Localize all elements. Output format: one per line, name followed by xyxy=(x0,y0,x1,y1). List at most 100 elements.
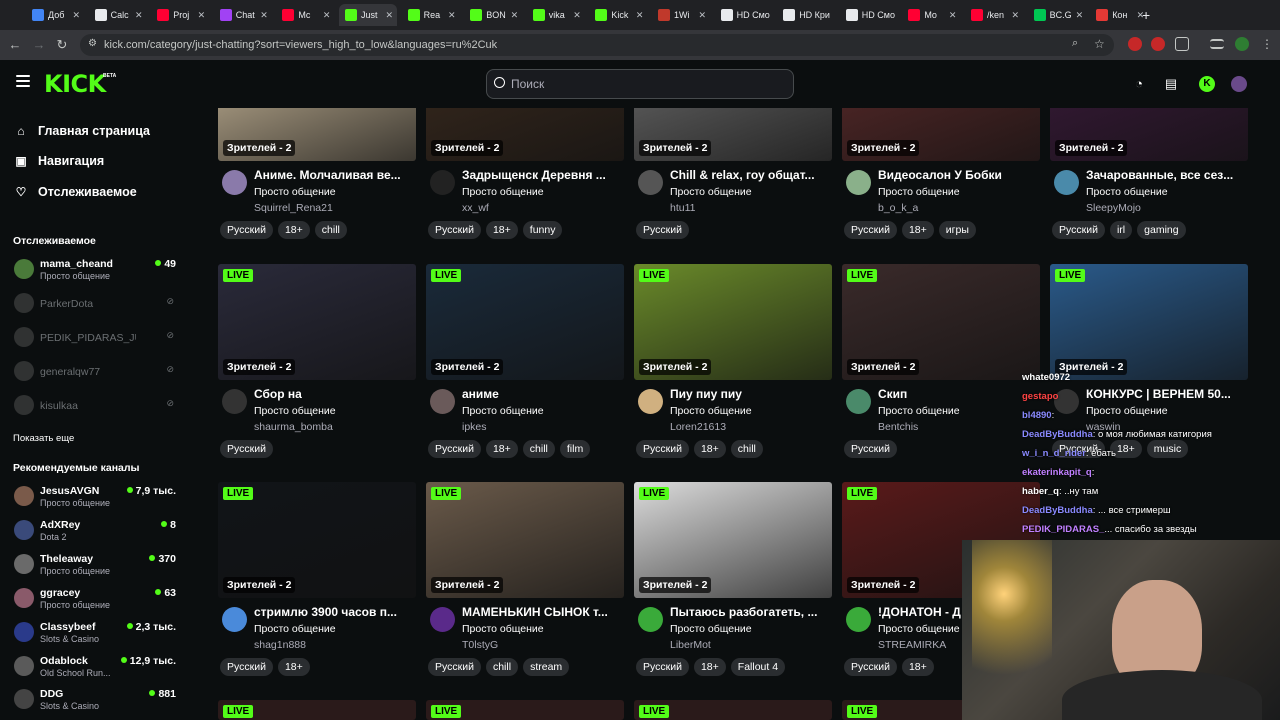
stream-tag[interactable]: Русский xyxy=(844,658,897,676)
stream-tag[interactable]: 18+ xyxy=(901,221,934,239)
stream-tag[interactable]: Русский xyxy=(220,658,273,676)
tab-close-icon[interactable]: ✕ xyxy=(1011,10,1019,21)
streamer-name[interactable]: shaurma_bomba xyxy=(254,421,333,433)
extensions-puzzle-icon[interactable] xyxy=(1175,37,1189,51)
browser-tab[interactable]: Mo ✕ xyxy=(902,4,960,26)
stream-category[interactable]: Просто общение xyxy=(670,405,752,417)
tab-close-icon[interactable]: ✕ xyxy=(573,10,581,21)
stream-thumbnail[interactable]: Зрителей - 2 xyxy=(426,108,624,161)
recommended-channel[interactable]: JesusAVGN Просто общение 7,9 тыс. xyxy=(14,483,176,511)
stream-tag[interactable]: 18+ xyxy=(277,658,310,676)
stream-thumbnail[interactable]: LIVE Зрителей - 2 xyxy=(218,482,416,598)
streamer-name[interactable]: STREAMIRKA xyxy=(878,639,946,651)
new-tab-button[interactable]: + xyxy=(1136,4,1150,26)
stream-card[interactable]: LIVE xyxy=(218,700,416,720)
stream-tag[interactable]: Русский xyxy=(636,658,689,676)
stream-thumbnail[interactable]: Зрителей - 2 xyxy=(218,108,416,161)
stream-thumbnail[interactable]: Зрителей - 2 xyxy=(1050,108,1248,161)
tab-close-icon[interactable]: ✕ xyxy=(1076,10,1084,21)
tab-close-icon[interactable]: ✕ xyxy=(260,10,268,21)
streamer-avatar[interactable] xyxy=(638,607,663,632)
stream-category[interactable]: Просто общение xyxy=(1086,186,1168,198)
tab-close-icon[interactable]: ✕ xyxy=(698,10,706,21)
stream-tag[interactable]: Русский xyxy=(220,440,273,458)
stream-card[interactable]: Зрителей - 2 Chill & relax, гоу общат... П… xyxy=(634,108,832,255)
stream-tag[interactable]: 18+ xyxy=(901,658,934,676)
tab-close-icon[interactable]: ✕ xyxy=(385,10,393,21)
stream-category[interactable]: Просто общение xyxy=(670,623,752,635)
stream-thumbnail[interactable]: LIVE Зрителей - 2 xyxy=(426,264,624,380)
stream-tag[interactable]: 18+ xyxy=(693,440,726,458)
stream-title[interactable]: стримлю 3900 часов п... xyxy=(254,605,414,619)
browser-tab[interactable]: HD Смо✕ xyxy=(715,4,773,26)
stream-tag[interactable]: Русский xyxy=(428,658,481,676)
stream-tag[interactable]: film xyxy=(559,440,591,458)
recommended-channel[interactable]: Odablock Old School Run... 12,9 тыс. xyxy=(14,653,176,681)
browser-menu-icon[interactable]: ⋮ xyxy=(1260,37,1274,51)
stream-category[interactable]: Просто общение xyxy=(878,405,960,417)
stream-tag[interactable]: Русский xyxy=(220,221,273,239)
stream-tag[interactable]: Русский xyxy=(428,221,481,239)
stream-title[interactable]: Сбор на xyxy=(254,387,414,401)
recommended-channel[interactable]: Theleaway Просто общение 370 xyxy=(14,551,176,579)
kick-coins-icon[interactable]: K xyxy=(1199,76,1215,92)
tab-close-icon[interactable]: ✕ xyxy=(511,10,519,21)
stream-tag[interactable]: irl xyxy=(1109,221,1133,239)
stream-thumbnail[interactable]: LIVE xyxy=(634,700,832,720)
stream-card[interactable]: LIVE Зрителей - 2 Скип Просто общение Bentch… xyxy=(842,264,1040,474)
wallet-icon[interactable]: ▤ xyxy=(1163,76,1179,92)
stream-card[interactable]: Зрителей - 2 Задрыщенск Деревня ... Просто… xyxy=(426,108,624,255)
browser-tab[interactable]: HD Кри ✕ xyxy=(777,4,835,26)
streamer-name[interactable]: LiberMot xyxy=(670,639,711,651)
sidebar-nav-item[interactable]: ⌂ Главная страница xyxy=(14,124,150,138)
stream-thumbnail[interactable]: Зрителей - 2 xyxy=(842,108,1040,161)
browser-tab[interactable]: Calc ✕ xyxy=(89,4,147,26)
following-channel[interactable]: mama_cheand Просто общение 49 xyxy=(14,256,176,284)
stream-thumbnail[interactable]: LIVE Зрителей - 2 xyxy=(218,264,416,380)
stream-tag[interactable]: Fallout 4 xyxy=(730,658,786,676)
hamburger-menu-icon[interactable] xyxy=(16,75,30,87)
zoom-icon[interactable]: ⌕ xyxy=(1072,37,1086,51)
recommended-channel[interactable]: Classybeef Slots & Casino 2,3 тыс. xyxy=(14,619,176,647)
stream-tag[interactable]: chill xyxy=(485,658,519,676)
recommended-channel[interactable]: DDG Slots & Casino 881 xyxy=(14,686,176,714)
stream-tag[interactable]: Русский xyxy=(636,440,689,458)
browser-tab[interactable]: Just ✕ xyxy=(339,4,397,26)
browser-tab[interactable]: Доб ✕ xyxy=(26,4,84,26)
streamer-avatar[interactable] xyxy=(638,389,663,414)
browser-tab[interactable]: vika ✕ xyxy=(527,4,585,26)
stream-card[interactable]: Зрителей - 2 Видеосалон У Бобки Просто общ… xyxy=(842,108,1040,255)
streamer-name[interactable]: b_o_k_a xyxy=(878,202,918,214)
site-info-icon[interactable]: ⚙ xyxy=(88,38,97,49)
stream-tag[interactable]: 18+ xyxy=(485,221,518,239)
stream-card[interactable]: LIVE Зрителей - 2 МАМЕНЬКИН СЫНОК т... Прос… xyxy=(426,482,624,692)
stream-category[interactable]: Просто общение xyxy=(254,623,336,635)
stream-tag[interactable]: Русский xyxy=(844,221,897,239)
stream-title[interactable]: аниме xyxy=(462,387,622,401)
streamer-avatar[interactable] xyxy=(222,389,247,414)
browser-tab[interactable]: Chat ✕ xyxy=(214,4,272,26)
browser-tab[interactable]: HD Смо✕ xyxy=(840,4,898,26)
streamer-avatar[interactable] xyxy=(430,607,455,632)
tab-close-icon[interactable]: ✕ xyxy=(834,10,835,21)
following-channel[interactable]: PEDIK_PIDARAS_JUG... ⊘ xyxy=(14,324,176,352)
stream-card[interactable]: LIVE xyxy=(426,700,624,720)
stream-thumbnail[interactable]: LIVE Зрителей - 2 xyxy=(426,482,624,598)
recommended-channel[interactable]: ggracey Просто общение 63 xyxy=(14,585,176,613)
streamer-avatar[interactable] xyxy=(846,607,871,632)
stream-card[interactable]: Зрителей - 2 Зачарованные, все сез... Прос… xyxy=(1050,108,1248,255)
stream-category[interactable]: Просто общение xyxy=(878,623,960,635)
sidebar-nav-item[interactable]: ▣ Навигация xyxy=(14,154,104,168)
stream-tag[interactable]: stream xyxy=(523,658,570,676)
stream-title[interactable]: Скип xyxy=(878,387,1038,401)
stream-thumbnail[interactable]: LIVE Зрителей - 2 xyxy=(634,264,832,380)
stream-card[interactable]: LIVE Зрителей - 2 Сбор на Просто общение sha… xyxy=(218,264,416,474)
browser-tab[interactable]: /ken ✕ xyxy=(965,4,1023,26)
stream-card[interactable]: LIVE Зрителей - 2 Пытаюсь разбогатеть, ...… xyxy=(634,482,832,692)
streamer-name[interactable]: Bentchis xyxy=(878,421,918,433)
sidebar-nav-item[interactable]: ♡ Отслеживаемое xyxy=(14,185,137,199)
streamer-avatar[interactable] xyxy=(638,170,663,195)
streamer-name[interactable]: Loren21613 xyxy=(670,421,726,433)
stream-card[interactable]: LIVE Зрителей - 2 Пиу пиу пиу Просто общени… xyxy=(634,264,832,474)
streamer-avatar[interactable] xyxy=(1054,170,1079,195)
